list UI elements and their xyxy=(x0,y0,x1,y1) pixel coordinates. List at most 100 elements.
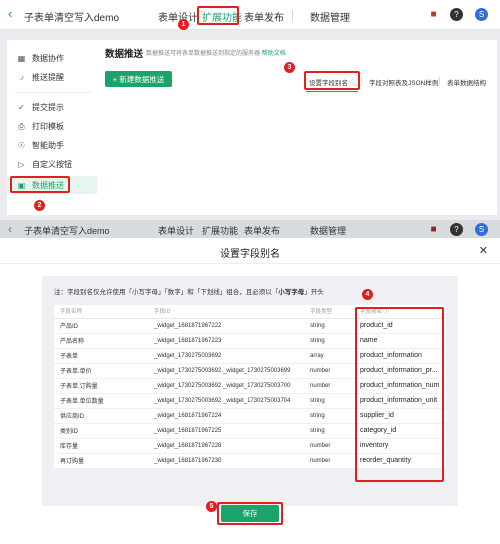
field-id-cell: _widget_1681871967223 xyxy=(148,333,304,349)
chevron-left-icon[interactable]: ‹ xyxy=(8,7,12,21)
modal-header: 设置字段别名 ✕ xyxy=(0,238,500,264)
field-type-cell: number xyxy=(304,453,354,469)
field-name-cell: 产品名称 xyxy=(54,333,148,349)
help-doc-link[interactable]: 帮助文档 xyxy=(262,51,286,57)
field-name-cell: 产品ID xyxy=(54,318,148,334)
tab-form-publish: 表单发布 xyxy=(244,226,281,236)
field-name-cell: 类别ID xyxy=(54,423,148,439)
sidebar-item-smart-assistant[interactable]: ☉ 智能助手 xyxy=(7,136,97,154)
field-name-cell: 库存量 xyxy=(54,438,148,454)
sidebar-item-label: 打印模板 xyxy=(32,121,64,131)
page-title: 数据推送 xyxy=(105,49,144,60)
highlight-box-4 xyxy=(355,307,444,482)
annotation-marker-4: 4 xyxy=(362,289,373,300)
sidebar-item-custom-button[interactable]: ▷ 自定义按钮 xyxy=(7,155,97,173)
annotation-marker-5: 5 xyxy=(206,501,217,512)
alias-rule-note: 注：字段别名仅允许使用「小写字母」「数字」和「下划线」组合，且必须以「小写字母」… xyxy=(54,286,324,296)
gift-icon: ■ xyxy=(430,224,437,235)
help-icon: ? xyxy=(450,223,463,236)
highlight-box-2 xyxy=(10,176,70,193)
grid-icon: ▦ xyxy=(17,53,26,63)
tab-data-management: 数据管理 xyxy=(310,226,347,236)
annotation-marker-3: 3 xyxy=(284,62,295,73)
sidebar-item-label: 数据协作 xyxy=(32,53,64,63)
field-type-cell: string xyxy=(304,423,354,439)
highlight-box-5 xyxy=(217,502,283,525)
gift-icon[interactable]: ■ xyxy=(427,8,440,21)
field-id-cell: _widget_1730275003692._widget_1730275003… xyxy=(148,378,304,394)
field-name-cell: 子表单.单位数量 xyxy=(54,393,148,409)
highlight-box-1 xyxy=(197,6,239,25)
data-push-panel: 数据推送 数据推送可将表单数据推送到指定的服务器 帮助文档 + 新建数据推送 设… xyxy=(97,40,497,215)
field-type-cell: string xyxy=(304,408,354,424)
modal-title: 设置字段别名 xyxy=(220,249,280,260)
cursor-icon: ▷ xyxy=(18,159,25,169)
field-id-cell: _widget_1730275003692 xyxy=(148,348,304,364)
sidebar-item-push-reminder[interactable]: ⍻ 推送提醒 xyxy=(7,68,97,86)
top-header: ‹ 子表单清空写入demo 表单设计 扩展功能 表单发布 数据管理 ■ ? S xyxy=(0,0,500,30)
field-type-cell: string xyxy=(304,318,354,334)
field-id-cell: _widget_1681871967222 xyxy=(148,318,304,334)
field-type-cell: number xyxy=(304,378,354,394)
sidebar-item-label: 提交提示 xyxy=(32,102,64,112)
field-name-cell: 子表单.订购量 xyxy=(54,378,148,394)
field-name-cell: 子表单.单价 xyxy=(54,363,148,379)
field-type-cell: string xyxy=(304,333,354,349)
sidebar-divider xyxy=(15,92,91,93)
tab-form-publish[interactable]: 表单发布 xyxy=(244,9,284,24)
sidebar-item-label: 自定义按钮 xyxy=(32,159,72,169)
tab-extensions: 扩展功能 xyxy=(202,226,239,236)
note-emphasis: 小写字母 xyxy=(278,289,305,296)
bulb-icon: ☉ xyxy=(17,140,26,150)
field-id-cell: _widget_1681871967230 xyxy=(148,453,304,469)
field-id-cell: _widget_1681871967224 xyxy=(148,408,304,424)
annotation-marker-2: 2 xyxy=(34,200,45,211)
page-description: 数据推送可将表单数据推送到指定的服务器 帮助文档 xyxy=(146,48,286,57)
close-icon[interactable]: ✕ xyxy=(479,244,488,257)
tab-data-management[interactable]: 数据管理 xyxy=(310,9,350,24)
column-header-field-name: 字段名称 xyxy=(54,305,148,319)
tab-divider xyxy=(439,76,440,85)
tab-divider xyxy=(361,76,362,85)
nav-divider xyxy=(292,10,293,21)
sidebar-item-data-collab[interactable]: ▦ 数据协作 xyxy=(7,49,97,67)
field-id-cell: _widget_1730275003692._widget_1730275003… xyxy=(148,393,304,409)
note-text: 注：字段别名仅允许使用「小写字母」「数字」和「下划线」组合，且必须以「 xyxy=(54,289,279,296)
sidebar-item-label: 智能助手 xyxy=(32,140,64,150)
note-text: 」开头 xyxy=(304,289,324,296)
new-data-push-button[interactable]: + 新建数据推送 xyxy=(105,71,172,87)
app-title: 子表单清空写入demo xyxy=(24,226,110,236)
tab-field-json-sample[interactable]: 字段对照表及JSON样例 xyxy=(369,77,438,87)
field-type-cell: string xyxy=(304,393,354,409)
sidebar-item-submit-tip[interactable]: ✓ 提交提示 xyxy=(7,98,97,116)
field-id-cell: _widget_1681871967228 xyxy=(148,438,304,454)
field-id-cell: _widget_1681871967225 xyxy=(148,423,304,439)
help-icon[interactable]: ? xyxy=(450,8,463,21)
annotation-marker-1: 1 xyxy=(178,19,189,30)
field-type-cell: array xyxy=(304,348,354,364)
field-alias-modal: 设置字段别名 ✕ 注：字段别名仅允许使用「小写字母」「数字」和「下划线」组合，且… xyxy=(0,238,500,544)
chevron-left-icon: ‹ xyxy=(8,222,12,236)
column-header-field-type: 字段类型 xyxy=(304,305,354,319)
avatar[interactable]: S xyxy=(475,8,488,21)
dimmed-header: ‹ 子表单清空写入demo 表单设计 扩展功能 表单发布 数据管理 ■ ? S xyxy=(0,220,500,238)
field-id-cell: _widget_1730275003692._widget_1730275003… xyxy=(148,363,304,379)
field-name-cell: 再订购量 xyxy=(54,453,148,469)
app-title: 子表单清空写入demo xyxy=(24,13,120,24)
field-name-cell: 子表单 xyxy=(54,348,148,364)
field-type-cell: number xyxy=(304,438,354,454)
tab-form-design: 表单设计 xyxy=(158,226,195,236)
column-header-field-id: 字段ID xyxy=(148,305,304,319)
field-type-cell: number xyxy=(304,363,354,379)
printer-icon: ⎙ xyxy=(18,121,25,131)
sidebar-item-label: 推送提醒 xyxy=(32,72,64,82)
sidebar-item-print-template[interactable]: ⎙ 打印模板 xyxy=(7,117,97,135)
highlight-box-3 xyxy=(304,71,360,90)
check-circle-icon: ✓ xyxy=(18,102,25,112)
field-name-cell: 供应商ID xyxy=(54,408,148,424)
avatar: S xyxy=(475,223,488,236)
bell-icon: ⍻ xyxy=(19,72,24,82)
description-text: 数据推送可将表单数据推送到指定的服务器 xyxy=(146,51,261,57)
active-tab-underline xyxy=(306,91,358,92)
tab-form-data-structure[interactable]: 表单数据结构 xyxy=(447,77,486,87)
